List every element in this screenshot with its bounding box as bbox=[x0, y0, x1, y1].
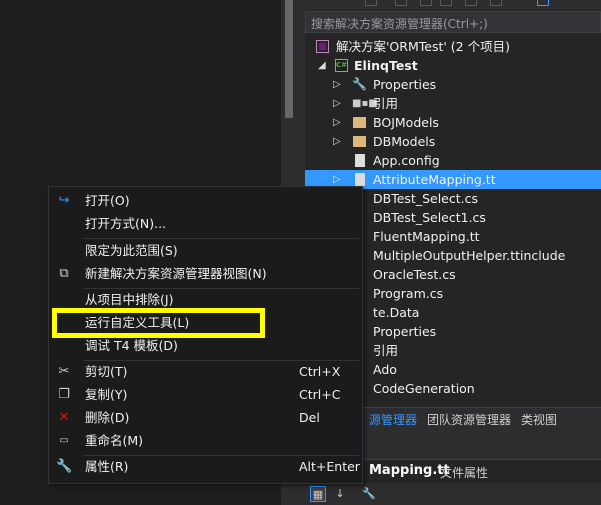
tab-team-explorer[interactable]: 团队资源管理器 bbox=[427, 411, 511, 428]
highlight-annotation-box bbox=[52, 308, 265, 338]
menu-item-shortcut: Del bbox=[299, 410, 320, 425]
tree-item-label: Properties bbox=[373, 324, 437, 339]
new-view-icon: ⧉ bbox=[59, 266, 69, 281]
menu-item-label: 属性(R) bbox=[85, 459, 129, 474]
menu-item-cut[interactable]: ✂ 剪切(T) Ctrl+X bbox=[49, 361, 362, 383]
open-arrow-icon: ↪ bbox=[58, 193, 70, 208]
toolbar-button[interactable] bbox=[465, 0, 477, 6]
delete-x-icon: ✕ bbox=[58, 410, 70, 425]
tree-item-label: AttributeMapping.tt bbox=[373, 172, 496, 187]
menu-item-new-view[interactable]: ⧉ 新建解决方案资源管理器视图(N) bbox=[49, 263, 362, 285]
tree-item-label: Ado bbox=[373, 362, 397, 377]
menu-item-properties[interactable]: 🔧 属性(R) Alt+Enter bbox=[49, 456, 362, 478]
expand-arrow-icon[interactable]: ▷ bbox=[333, 113, 343, 132]
rename-icon: ▭ bbox=[59, 435, 69, 446]
scissors-icon: ✂ bbox=[58, 364, 70, 379]
tree-item-label: Program.cs bbox=[373, 286, 444, 301]
solution-explorer-toolbar bbox=[305, 0, 601, 10]
editor-scrollbar-thumb[interactable] bbox=[285, 0, 293, 118]
menu-item-label: 删除(D) bbox=[85, 410, 130, 425]
tree-item-label: BOJModels bbox=[373, 115, 439, 130]
tree-item-label: 引用 bbox=[373, 96, 399, 111]
tree-item-label: MultipleOutputHelper.ttinclude bbox=[373, 248, 566, 263]
tree-row-solution[interactable]: 解决方案'ORMTest' (2 个项目) bbox=[305, 37, 601, 56]
menu-item-shortcut: Ctrl+X bbox=[299, 364, 341, 379]
menu-item-rename[interactable]: ▭ 重命名(M) bbox=[49, 430, 362, 452]
solution-explorer-search-input[interactable]: 搜索解决方案资源管理器(Ctrl+;) bbox=[305, 11, 601, 33]
project-label: ElinqTest bbox=[354, 58, 418, 73]
tree-row-item[interactable]: ▷ DBModels bbox=[305, 132, 601, 151]
menu-item-label: 打开方式(N)... bbox=[85, 216, 167, 231]
wrench-icon: 🔧 bbox=[56, 459, 73, 474]
tree-item-label: 引用 bbox=[373, 343, 399, 358]
folder-icon bbox=[353, 136, 366, 147]
tree-item-label: DBTest_Select1.cs bbox=[373, 210, 486, 225]
menu-item-open-with[interactable]: 打开方式(N)... bbox=[49, 213, 362, 235]
tree-row-project[interactable]: ◢ C# ElinqTest bbox=[305, 56, 601, 75]
config-file-icon bbox=[355, 154, 365, 167]
tree-item-label: Properties bbox=[373, 77, 437, 92]
tab-class-view[interactable]: 类视图 bbox=[521, 411, 557, 428]
properties-subtitle: 文件属性 bbox=[440, 466, 489, 480]
expand-arrow-icon[interactable]: ▷ bbox=[333, 94, 343, 113]
toolbar-button[interactable] bbox=[440, 0, 452, 6]
property-pages-icon[interactable]: 🔧 bbox=[361, 486, 377, 502]
toolbar-button[interactable] bbox=[395, 0, 407, 6]
toolbar-button[interactable] bbox=[365, 0, 377, 6]
file-icon bbox=[355, 173, 365, 186]
properties-toolbar: ▦ ↓ 🔧 bbox=[305, 483, 601, 505]
menu-item-scope[interactable]: 限定为此范围(S) bbox=[49, 240, 362, 262]
expand-arrow-icon[interactable]: ▷ bbox=[333, 132, 343, 151]
toolbar-button[interactable] bbox=[420, 0, 432, 6]
folder-icon bbox=[353, 117, 366, 128]
tree-row-item[interactable]: ▷ BOJModels bbox=[305, 113, 601, 132]
menu-item-shortcut: Ctrl+C bbox=[299, 387, 341, 402]
tree-item-label: App.config bbox=[373, 153, 440, 168]
csharp-project-icon: C# bbox=[335, 59, 348, 72]
tree-item-label: FluentMapping.tt bbox=[373, 229, 480, 244]
copy-icon: ❐ bbox=[58, 387, 70, 402]
menu-item-shortcut: Alt+Enter bbox=[299, 459, 360, 474]
references-icon: ■▪■ bbox=[352, 98, 378, 109]
menu-item-debug-t4[interactable]: 调试 T4 模板(D) bbox=[49, 335, 362, 357]
tree-row-item[interactable]: ▷ 🔧 Properties bbox=[305, 75, 601, 94]
toolbar-button[interactable] bbox=[537, 0, 549, 6]
toolbar-button[interactable] bbox=[490, 0, 502, 6]
menu-item-label: 打开(O) bbox=[85, 193, 130, 208]
menu-item-delete[interactable]: ✕ 删除(D) Del bbox=[49, 407, 362, 429]
properties-file-name: Mapping.tt bbox=[369, 463, 450, 478]
tree-item-label: DBModels bbox=[373, 134, 436, 149]
solution-label: 解决方案'ORMTest' (2 个项目) bbox=[336, 39, 510, 54]
menu-item-label: 复制(Y) bbox=[85, 387, 128, 402]
tree-item-label: te.Data bbox=[373, 305, 420, 320]
tab-solution-explorer[interactable]: 源管理器 bbox=[369, 411, 417, 428]
menu-item-label: 限定为此范围(S) bbox=[85, 243, 178, 258]
menu-item-label: 重命名(M) bbox=[85, 433, 144, 448]
expand-arrow-icon[interactable]: ▷ bbox=[333, 75, 343, 94]
categorized-icon[interactable]: ▦ bbox=[310, 486, 326, 502]
tree-row-item[interactable]: App.config bbox=[305, 151, 601, 170]
tree-item-label: DBTest_Select.cs bbox=[373, 191, 478, 206]
alphabetical-icon[interactable]: ↓ bbox=[332, 486, 348, 502]
menu-item-open[interactable]: ↪ 打开(O) bbox=[49, 190, 362, 212]
tree-row-item[interactable]: ▷ ■▪■ 引用 bbox=[305, 94, 601, 113]
collapse-arrow-icon[interactable]: ◢ bbox=[318, 56, 328, 75]
menu-separator bbox=[83, 238, 359, 239]
solution-icon bbox=[316, 40, 329, 53]
wrench-icon: 🔧 bbox=[352, 77, 367, 91]
menu-item-label: 调试 T4 模板(D) bbox=[85, 338, 178, 353]
menu-item-copy[interactable]: ❐ 复制(Y) Ctrl+C bbox=[49, 384, 362, 406]
tree-item-label: OracleTest.cs bbox=[373, 267, 456, 282]
menu-item-label: 新建解决方案资源管理器视图(N) bbox=[85, 266, 267, 281]
tree-item-label: CodeGeneration bbox=[373, 381, 475, 396]
menu-item-label: 剪切(T) bbox=[85, 364, 128, 379]
